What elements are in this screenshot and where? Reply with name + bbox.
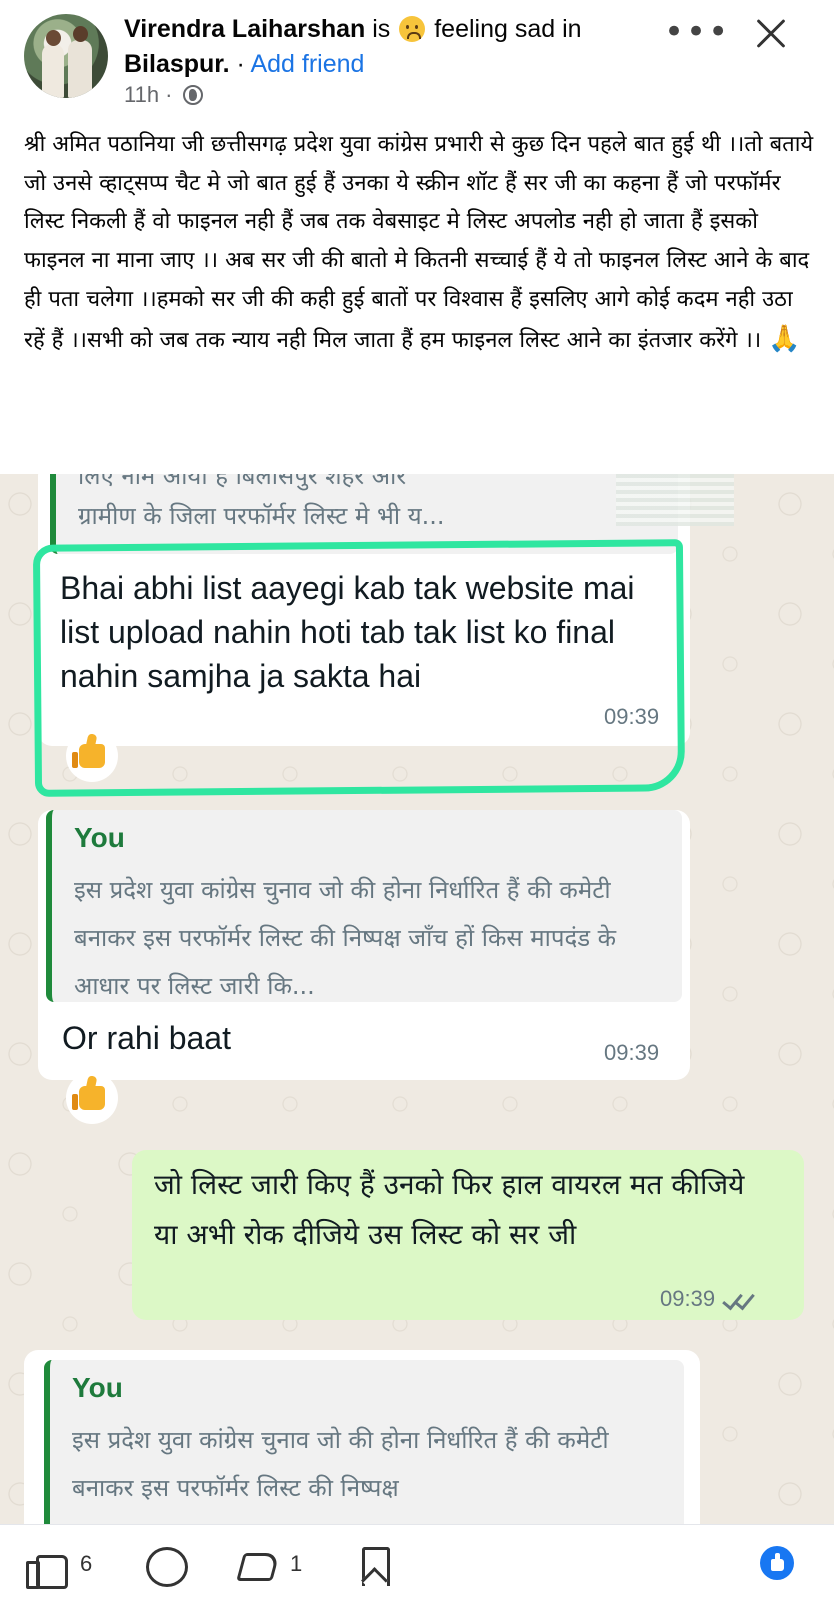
message-text-3: जो लिस्ट जारी किए हैं उनको फिर हाल वायरल… [154, 1168, 745, 1251]
post-meta: 11h · [124, 82, 203, 108]
quoted-line-2: ग्रामीण के जिला परफॉर्मर लिस्ट मे भी य..… [78, 502, 445, 530]
save-bookmark-icon[interactable] [358, 1545, 390, 1586]
sad-face-icon [399, 16, 426, 42]
message-time-2: 09:39 [604, 1040, 660, 1065]
chat-bubble-incoming-3: You इस प्रदेश युवा कांग्रेस चुनाव जो की … [24, 1350, 700, 1524]
separator-dot: · [236, 50, 245, 78]
post-action-bar: 6 1 [0, 1524, 834, 1600]
share-icon[interactable] [236, 1545, 278, 1585]
post-image-chat-screenshot[interactable]: लिए नाम आया है बिलासपुर शहर और ग्रामीण क… [0, 474, 834, 1524]
comment-icon[interactable] [144, 1545, 188, 1587]
add-friend-link[interactable]: Add friend [250, 50, 364, 78]
post-author-line: Virendra Laiharshan is feeling sad in Bi… [124, 12, 664, 82]
like-count: 6 [80, 1551, 93, 1576]
folded-hands-emoji: 🙏 [768, 323, 801, 354]
quoted-image-thumbnail [616, 474, 734, 526]
close-icon[interactable] [750, 14, 790, 54]
thumbs-up-reaction-1 [66, 730, 118, 782]
quote-text-3: इस प्रदेश युवा कांग्रेस चुनाव जो की होना… [72, 1426, 609, 1502]
feeling-text: feeling sad in [434, 15, 582, 43]
globe-icon [182, 85, 203, 105]
quote-author-3: You [72, 1372, 123, 1403]
like-reaction-badge-icon [760, 1546, 794, 1580]
post-time[interactable]: 11h · [124, 82, 173, 107]
message-text-2: Or rahi baat [62, 1020, 231, 1056]
quoted-message-2: You इस प्रदेश युवा कांग्रेस चुनाव जो की … [46, 810, 682, 1002]
post-header: Virendra Laiharshan is feeling sad in Bi… [0, 0, 834, 118]
author-name[interactable]: Virendra Laiharshan [124, 15, 365, 43]
post-body-text: श्री अमित पठानिया जी छत्तीसगढ़ प्रदेश यु… [24, 132, 814, 353]
like-icon[interactable] [24, 1545, 68, 1589]
is-word: is [372, 15, 391, 43]
more-options-button[interactable]: ••• [664, 15, 728, 49]
quote-author-2: You [74, 822, 125, 853]
green-highlight-annotation [32, 539, 686, 797]
message-time-3: 09:39 [660, 1286, 755, 1312]
chat-bubble-outgoing: जो लिस्ट जारी किए हैं उनको फिर हाल वायरल… [132, 1150, 804, 1320]
double-check-icon [721, 1290, 755, 1308]
author-avatar[interactable] [24, 14, 108, 98]
quote-text-2: इस प्रदेश युवा कांग्रेस चुनाव जो की होना… [74, 876, 617, 1000]
thumbs-up-reaction-2 [66, 1072, 118, 1124]
post-body: श्री अमित पठानिया जी छत्तीसगढ़ प्रदेश यु… [24, 126, 814, 360]
chat-bubble-incoming-2: You इस प्रदेश युवा कांग्रेस चुनाव जो की … [38, 810, 690, 1080]
quoted-line-1: लिए नाम आया है बिलासपुर शहर और [78, 474, 407, 490]
quoted-message-3: You इस प्रदेश युवा कांग्रेस चुनाव जो की … [44, 1360, 684, 1524]
share-count: 1 [290, 1551, 303, 1576]
location-name[interactable]: Bilaspur. [124, 50, 230, 78]
message-time-3-value: 09:39 [660, 1286, 716, 1311]
